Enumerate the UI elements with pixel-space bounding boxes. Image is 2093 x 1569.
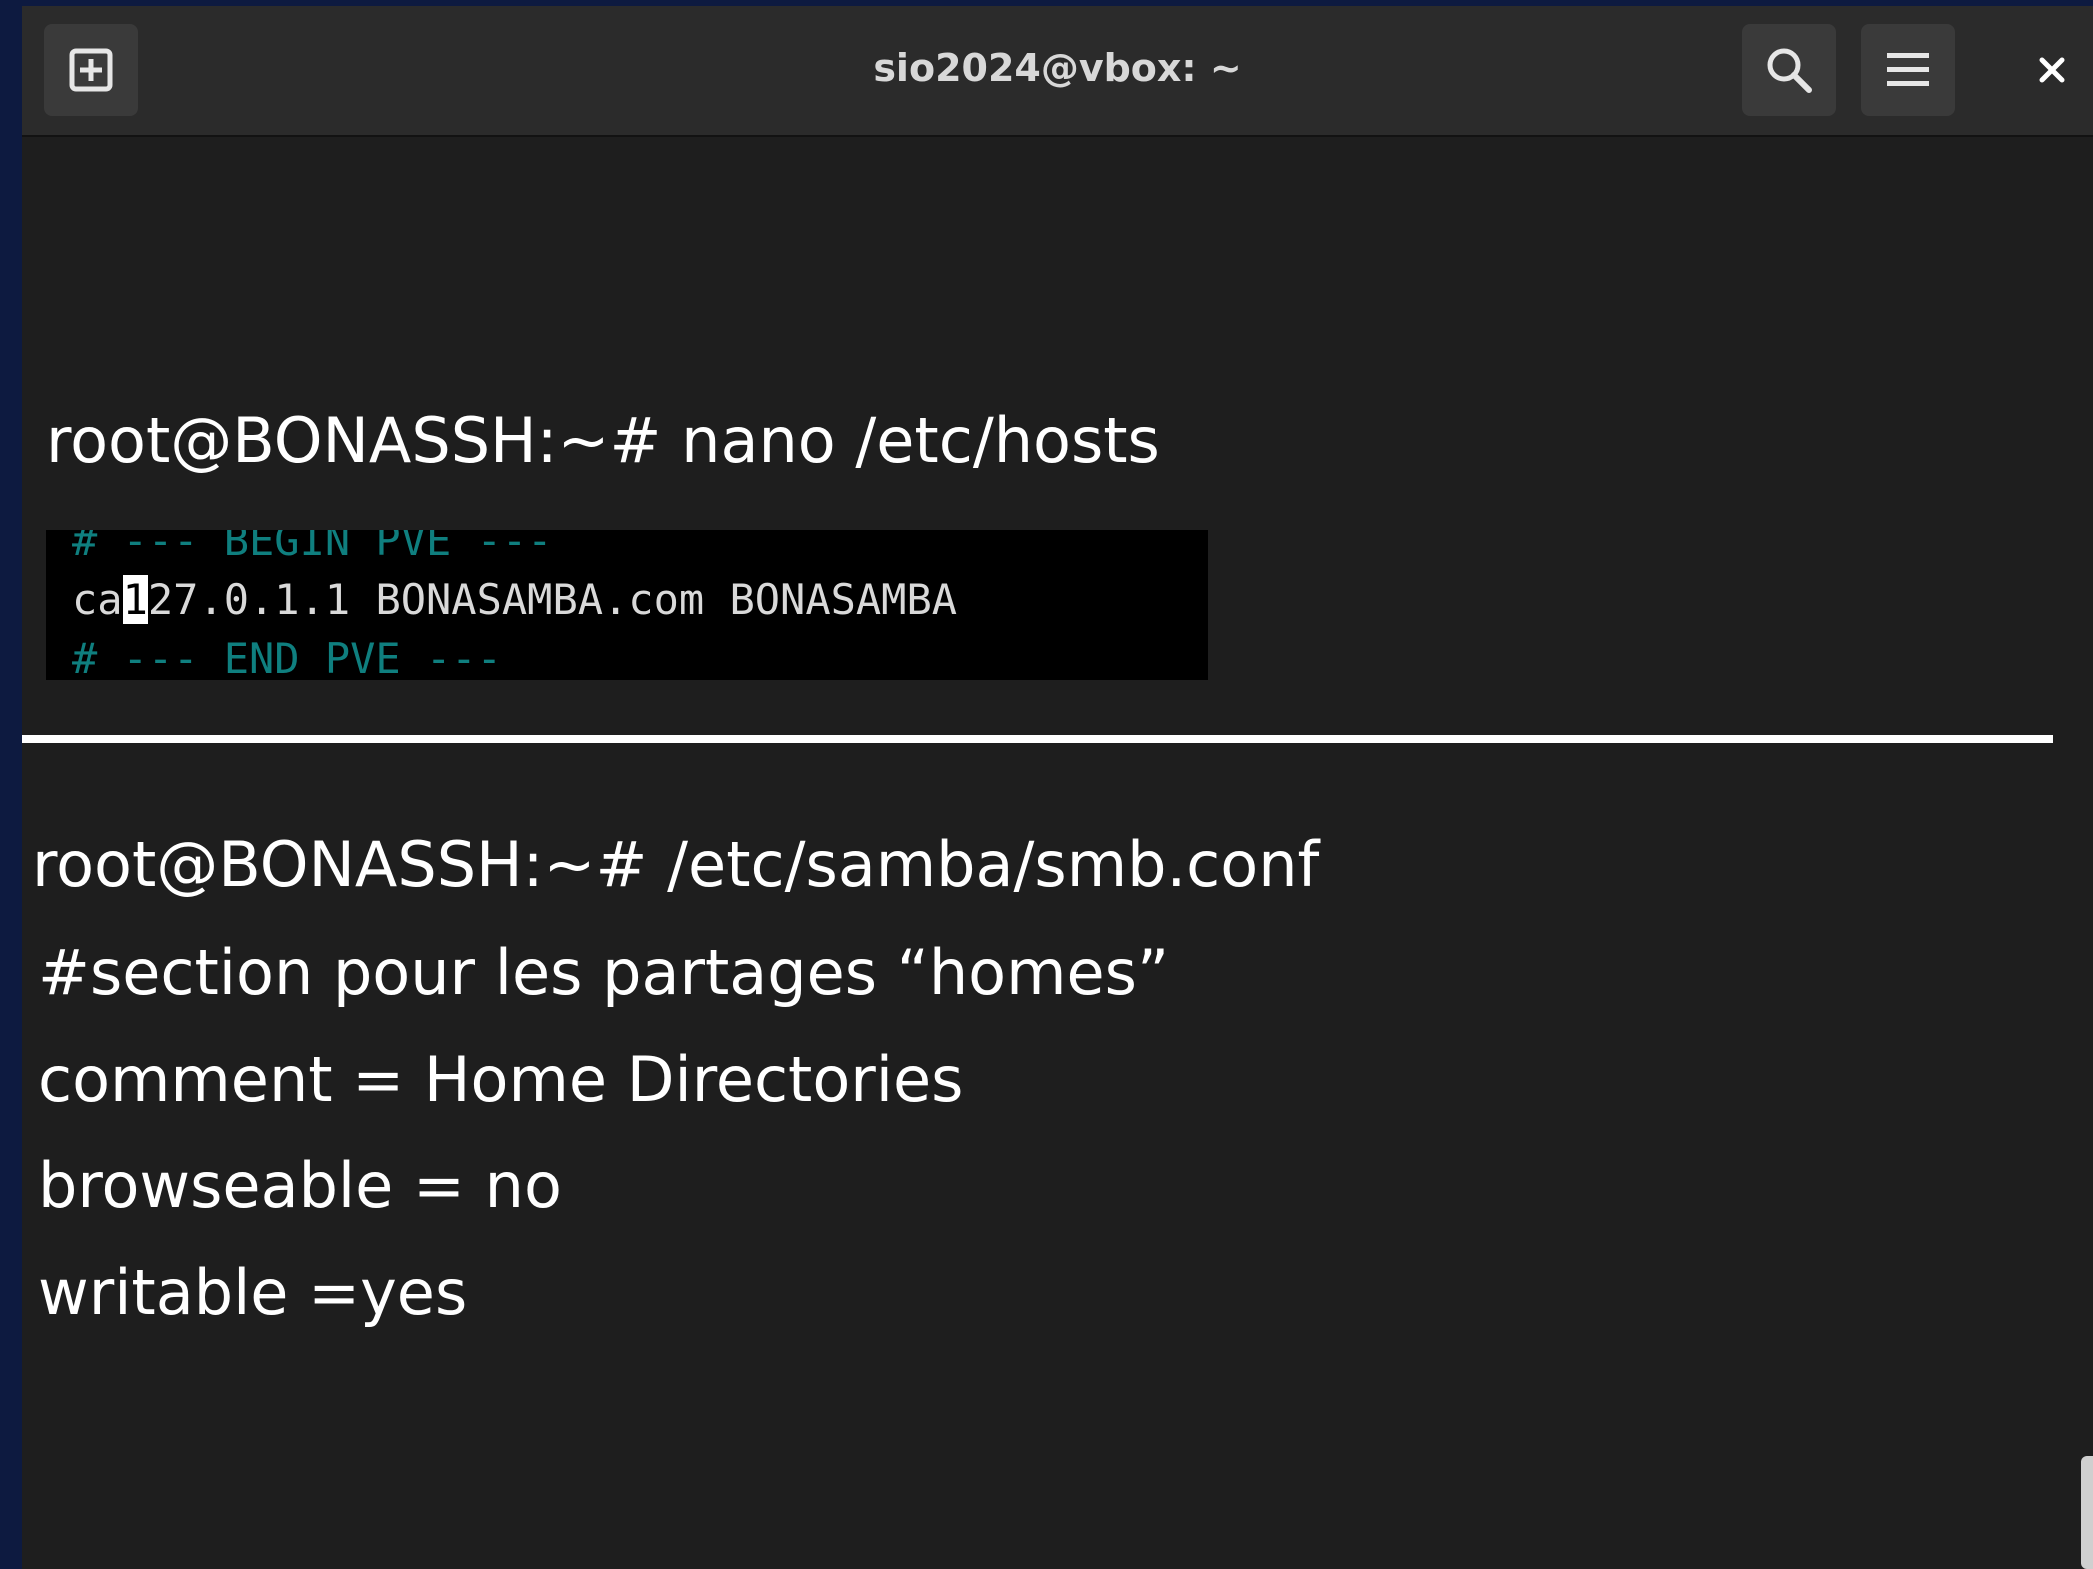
smb-browseable-setting: browseable = no (38, 1149, 562, 1222)
hosts-end-comment: # --- END PVE --- (72, 634, 502, 680)
command-nano-hosts: root@BONASSH:~# nano /etc/hosts (46, 404, 1160, 477)
menu-button[interactable] (1861, 24, 1955, 116)
smb-comment-setting: comment = Home Directories (38, 1043, 964, 1116)
scrollbar[interactable] (2081, 1456, 2093, 1569)
smb-writable-setting: writable =yes (38, 1256, 468, 1329)
text-cursor: 1 (122, 575, 148, 624)
hamburger-menu-icon (1887, 53, 1929, 86)
hosts-file-snippet: # --- BEGIN PVE --- ca127.0.1.1 BONASAMB… (46, 530, 1208, 680)
title-bar: sio2024@vbox: ~ (22, 6, 2093, 137)
hosts-entry-line: ca127.0.1.1 BONASAMBA.com BONASAMBA (72, 575, 957, 624)
close-button[interactable] (2022, 40, 2082, 100)
divider-line (22, 735, 2053, 743)
terminal-window: sio2024@vbox: ~ root@BONASSH:~# nano /et… (22, 6, 2093, 1569)
command-smb-conf: root@BONASSH:~# /etc/samba/smb.conf (32, 828, 1320, 901)
hosts-entry-prefix: ca (72, 575, 123, 624)
close-icon (2039, 57, 2065, 83)
smb-section-comment: #section pour les partages “homes” (38, 936, 1170, 1009)
search-button[interactable] (1742, 24, 1836, 116)
search-icon (1767, 48, 1812, 93)
hosts-entry-rest: 27.0.1.1 BONASAMBA.com BONASAMBA (147, 575, 958, 624)
hosts-begin-comment: # --- BEGIN PVE --- (72, 530, 553, 565)
